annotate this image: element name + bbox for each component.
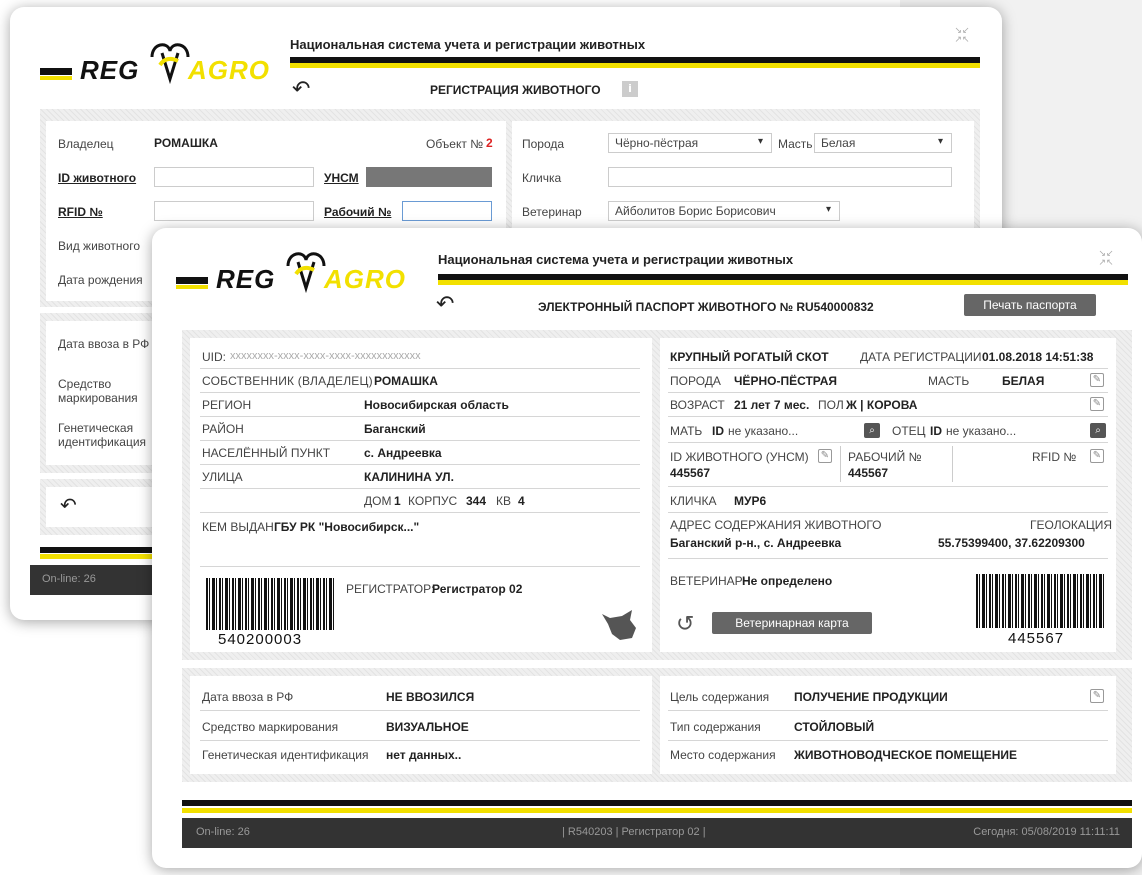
back-arrow-icon[interactable]: ↶ xyxy=(292,77,310,102)
regagro-logo: REG AGRO xyxy=(176,244,436,314)
rfid-input[interactable] xyxy=(154,201,314,221)
back-arrow-icon[interactable]: ↶ xyxy=(436,292,454,317)
edit-age-icon[interactable]: ✎ xyxy=(1090,397,1104,411)
animal-barcode xyxy=(976,574,1104,628)
print-passport-button[interactable]: Печать паспорта xyxy=(964,294,1096,316)
status-bar: On-line: 26 | R540203 | Регистратор 02 |… xyxy=(182,818,1132,848)
passport-window: REG AGRO Национальная система учета и ре… xyxy=(152,228,1142,868)
unsm-input[interactable] xyxy=(366,167,492,187)
owner-barcode xyxy=(206,578,336,630)
import-panel: Дата ввоза в РФ НЕ ВВОЗИЛСЯ Средство мар… xyxy=(190,676,652,774)
back-arrow-icon[interactable]: ↶ xyxy=(60,493,77,517)
system-title: Национальная система учета и регистрации… xyxy=(438,252,794,267)
vet-select[interactable]: Айболитов Борис Борисович xyxy=(608,201,840,221)
passport-title: ЭЛЕКТРОННЫЙ ПАСПОРТ ЖИВОТНОГО № RU540000… xyxy=(538,300,874,314)
history-icon[interactable]: ↺ xyxy=(676,612,694,637)
system-title: Национальная система учета и регистрации… xyxy=(290,37,646,52)
breed-select[interactable]: Чёрно-пёстрая xyxy=(608,133,772,153)
animal-panel: КРУПНЫЙ РОГАТЫЙ СКОТ ДАТА РЕГИСТРАЦИИ 01… xyxy=(660,338,1116,652)
work-number-input[interactable] xyxy=(402,201,492,221)
regagro-logo: REG AGRO xyxy=(40,35,300,105)
compress-icon[interactable]: ↘↙ ↗↖ xyxy=(952,27,972,45)
info-icon[interactable]: i xyxy=(622,81,638,97)
edit-breed-icon[interactable]: ✎ xyxy=(1090,373,1104,387)
page-title: РЕГИСТРАЦИЯ ЖИВОТНОГО xyxy=(430,83,601,97)
color-select[interactable]: Белая xyxy=(814,133,952,153)
compress-icon[interactable]: ↘↙ ↗↖ xyxy=(1096,250,1116,268)
nickname-input[interactable] xyxy=(608,167,952,187)
cow-icon xyxy=(602,610,636,640)
keeping-panel: Цель содержания ПОЛУЧЕНИЕ ПРОДУКЦИИ ✎ Ти… xyxy=(660,676,1116,774)
edit-rfid-icon[interactable]: ✎ xyxy=(1090,449,1104,463)
vet-card-button[interactable]: Ветеринарная карта xyxy=(712,612,872,634)
id-input[interactable] xyxy=(154,167,314,187)
mother-search-icon[interactable]: ⌕ xyxy=(864,423,880,438)
father-search-icon[interactable]: ⌕ xyxy=(1090,423,1106,438)
edit-animal-id-icon[interactable]: ✎ xyxy=(818,449,832,463)
id-label[interactable]: ID животного xyxy=(58,171,136,185)
owner-panel: UID: xxxxxxxx-xxxx-xxxx-xxxx-xxxxxxxxxxx… xyxy=(190,338,652,652)
edit-purpose-icon[interactable]: ✎ xyxy=(1090,689,1104,703)
